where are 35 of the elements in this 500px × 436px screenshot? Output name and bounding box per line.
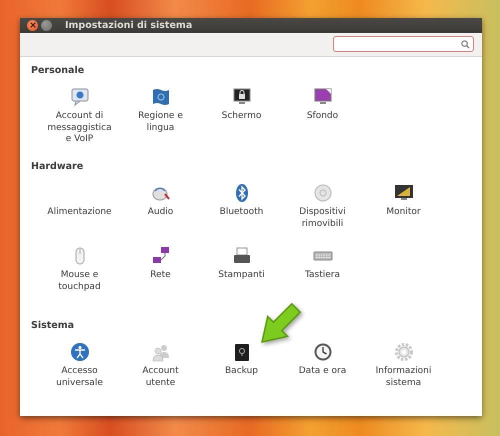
settings-item-label[interactable]: Mouse e touchpad	[58, 270, 101, 293]
accessibility-icon[interactable]	[70, 342, 90, 362]
section-heading: Sistema	[31, 320, 76, 332]
settings-item-label[interactable]: Rete	[150, 270, 171, 282]
wallpaper-icon[interactable]	[312, 87, 332, 107]
network-icon[interactable]	[150, 246, 170, 266]
settings-item-label[interactable]: Audio	[148, 207, 174, 218]
settings-item-label[interactable]: Informazioni sistema	[376, 366, 432, 389]
settings-item-label[interactable]: Account utente	[142, 366, 179, 389]
settings-item-label[interactable]: Regione e lingua	[138, 111, 183, 134]
settings-item-label[interactable]: Backup	[225, 366, 258, 378]
search-icon	[461, 40, 470, 49]
window-title: Impostazioni di sistema	[65, 20, 192, 31]
monitor-icon[interactable]	[394, 183, 414, 203]
lock-screen-icon[interactable]	[232, 87, 252, 107]
settings-item-label[interactable]: Sfondo	[306, 111, 338, 122]
settings-item-label[interactable]: Monitor	[386, 207, 421, 218]
settings-item-label[interactable]: Alimentazione	[47, 207, 112, 218]
minimize-button[interactable]	[41, 20, 52, 31]
settings-item-label[interactable]: Bluetooth	[220, 207, 264, 218]
close-button[interactable]	[27, 20, 38, 31]
settings-item-label[interactable]: Stampanti	[218, 270, 265, 282]
settings-item-label[interactable]: Accesso universale	[56, 366, 103, 389]
section-heading: Hardware	[31, 161, 84, 173]
settings-item-label[interactable]: Schermo	[222, 111, 262, 122]
settings-item-label[interactable]: Tastiera	[305, 270, 340, 282]
search-field[interactable]	[333, 36, 474, 52]
settings-item-label[interactable]: Data e ora	[298, 366, 346, 378]
printer-icon[interactable]	[232, 246, 252, 266]
settings-item-label[interactable]: Account di messaggistica e VoIP	[47, 111, 112, 146]
chat-bubble-icon[interactable]	[70, 87, 90, 107]
section-heading: Personale	[31, 65, 86, 77]
clock-icon[interactable]	[312, 342, 332, 362]
settings-item-label[interactable]: Dispositivi rimovibili	[299, 207, 346, 230]
flag-icon[interactable]	[150, 87, 170, 107]
